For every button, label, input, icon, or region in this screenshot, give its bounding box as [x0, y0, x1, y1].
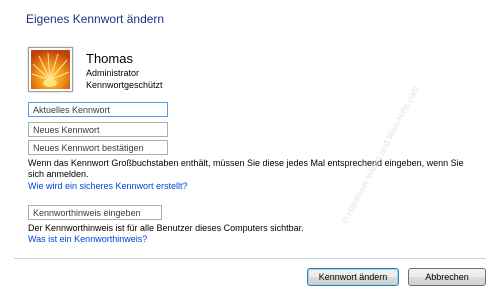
user-name: Thomas [86, 51, 133, 66]
current-password-input[interactable] [28, 102, 168, 117]
caps-note-line1: Wenn das Kennwort Großbuchstaben enthält… [28, 158, 464, 168]
page-title: Eigenes Kennwort ändern [26, 12, 165, 26]
password-hint-link[interactable]: Was ist ein Kennworthinweis? [28, 234, 147, 244]
confirm-password-input[interactable] [28, 140, 168, 155]
change-password-button[interactable]: Kennwort ändern [307, 268, 399, 286]
new-password-input[interactable] [28, 122, 168, 137]
watermark: © Hanimaer-Weiss und Wan-Hilfe.com [339, 84, 421, 226]
password-hint-input[interactable] [28, 205, 162, 220]
caps-note-line2: sich anmelden. [28, 169, 89, 179]
cancel-button[interactable]: Abbrechen [408, 268, 486, 286]
strong-password-link[interactable]: Wie wird ein sicheres Kennwort erstellt? [28, 181, 188, 191]
user-password-status: Kennwortgeschützt [86, 80, 163, 90]
user-avatar [28, 47, 73, 92]
footer-divider [14, 258, 486, 259]
hint-note: Der Kennworthinweis ist für alle Benutze… [28, 223, 304, 233]
user-role: Administrator [86, 68, 140, 78]
flower-avatar-icon [31, 50, 70, 89]
